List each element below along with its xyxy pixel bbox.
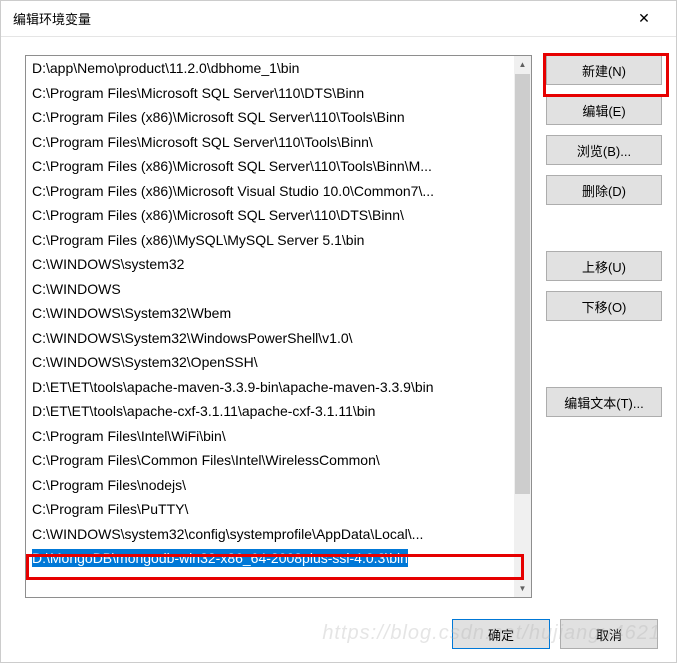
cancel-button[interactable]: 取消	[560, 619, 658, 649]
list-item[interactable]: C:\Program Files\Common Files\Intel\Wire…	[26, 448, 514, 473]
scrollbar[interactable]: ▲ ▼	[514, 56, 531, 597]
move-down-button[interactable]: 下移(O)	[546, 291, 662, 321]
list-item[interactable]: C:\Program Files\Microsoft SQL Server\11…	[26, 130, 514, 155]
list-item[interactable]: C:\Program Files (x86)\Microsoft SQL Ser…	[26, 105, 514, 130]
dialog-footer: 确定 取消	[1, 606, 676, 662]
list-item[interactable]: C:\Program Files\Microsoft SQL Server\11…	[26, 81, 514, 106]
list-item[interactable]: C:\Program Files (x86)\Microsoft SQL Ser…	[26, 203, 514, 228]
close-icon: ✕	[638, 10, 650, 27]
edit-env-var-dialog: 编辑环境变量 ✕ D:\app\Nemo\product\11.2.0\dbho…	[0, 0, 677, 663]
list-item[interactable]: D:\MongoDB\mongodb-win32-x86_64-2008plus…	[26, 546, 514, 571]
list-item[interactable]: D:\ET\ET\tools\apache-maven-3.3.9-bin\ap…	[26, 375, 514, 400]
delete-button[interactable]: 删除(D)	[546, 175, 662, 205]
list-item[interactable]: C:\Program Files (x86)\MySQL\MySQL Serve…	[26, 228, 514, 253]
move-up-button[interactable]: 上移(U)	[546, 251, 662, 281]
list-item[interactable]: C:\Program Files\PuTTY\	[26, 497, 514, 522]
list-item[interactable]: C:\WINDOWS\System32\Wbem	[26, 301, 514, 326]
titlebar: 编辑环境变量 ✕	[1, 1, 676, 37]
list-item[interactable]: C:\WINDOWS\system32	[26, 252, 514, 277]
list-item[interactable]: C:\WINDOWS\system32\config\systemprofile…	[26, 522, 514, 547]
path-listbox[interactable]: D:\app\Nemo\product\11.2.0\dbhome_1\binC…	[25, 55, 532, 598]
list-container: D:\app\Nemo\product\11.2.0\dbhome_1\binC…	[25, 55, 532, 598]
list-item[interactable]: D:\app\Nemo\product\11.2.0\dbhome_1\bin	[26, 56, 514, 81]
close-button[interactable]: ✕	[624, 5, 664, 33]
edit-text-button[interactable]: 编辑文本(T)...	[546, 387, 662, 417]
list-item[interactable]: D:\ET\ET\tools\apache-cxf-3.1.11\apache-…	[26, 399, 514, 424]
browse-button[interactable]: 浏览(B)...	[546, 135, 662, 165]
ok-button[interactable]: 确定	[452, 619, 550, 649]
scroll-up-icon[interactable]: ▲	[514, 56, 531, 73]
list-item[interactable]: C:\Program Files\Intel\WiFi\bin\	[26, 424, 514, 449]
list-item[interactable]: C:\WINDOWS\System32\WindowsPowerShell\v1…	[26, 326, 514, 351]
list-item[interactable]: C:\Program Files (x86)\Microsoft SQL Ser…	[26, 154, 514, 179]
scroll-down-icon[interactable]: ▼	[514, 580, 531, 597]
list-item[interactable]: C:\WINDOWS	[26, 277, 514, 302]
list-item[interactable]: C:\WINDOWS\System32\OpenSSH\	[26, 350, 514, 375]
list-item[interactable]: C:\Program Files\nodejs\	[26, 473, 514, 498]
dialog-title: 编辑环境变量	[13, 9, 624, 28]
edit-button[interactable]: 编辑(E)	[546, 95, 662, 125]
new-button[interactable]: 新建(N)	[546, 55, 662, 85]
scroll-thumb[interactable]	[515, 74, 530, 494]
list-item[interactable]: C:\Program Files (x86)\Microsoft Visual …	[26, 179, 514, 204]
side-buttons: 新建(N) 编辑(E) 浏览(B)... 删除(D) 上移(U) 下移(O) 编…	[546, 55, 662, 598]
dialog-body: D:\app\Nemo\product\11.2.0\dbhome_1\binC…	[1, 37, 676, 606]
